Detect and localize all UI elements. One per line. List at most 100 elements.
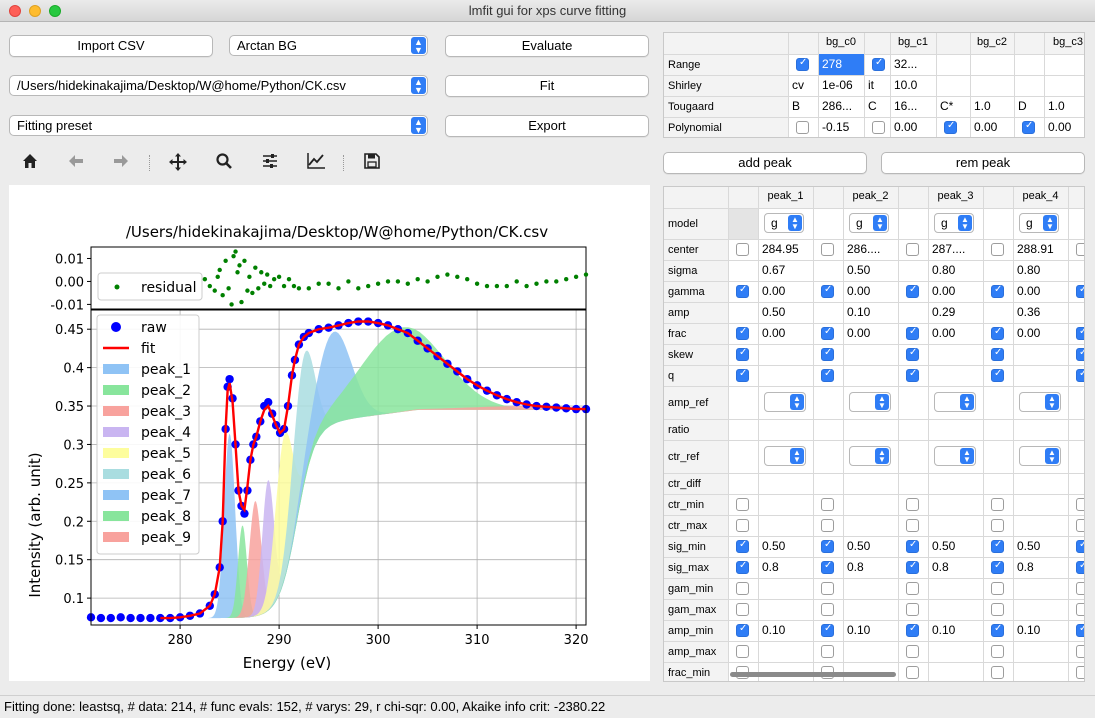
- table-cell[interactable]: [758, 419, 813, 440]
- table-cell[interactable]: [1013, 494, 1068, 515]
- checkbox[interactable]: [736, 368, 749, 382]
- checkbox[interactable]: [991, 539, 1004, 553]
- checkbox[interactable]: [821, 560, 834, 574]
- checkbox[interactable]: [1076, 498, 1084, 511]
- table-cell[interactable]: 0.8: [1013, 557, 1068, 578]
- table-cell[interactable]: 0.00: [928, 281, 983, 302]
- checkbox[interactable]: [944, 120, 957, 134]
- table-cell[interactable]: [843, 599, 898, 620]
- table-cell[interactable]: 0.10: [1013, 620, 1068, 641]
- checkbox[interactable]: [991, 243, 1004, 256]
- checkbox[interactable]: [991, 666, 1004, 679]
- checkbox[interactable]: [872, 57, 885, 71]
- table-cell[interactable]: 0.00: [758, 323, 813, 344]
- checkbox[interactable]: [736, 284, 749, 298]
- table-cell[interactable]: [843, 515, 898, 536]
- table-cell[interactable]: 0.00: [843, 281, 898, 302]
- table-cell[interactable]: [843, 473, 898, 494]
- checkbox[interactable]: [991, 326, 1004, 340]
- table-cell[interactable]: 0.8: [843, 557, 898, 578]
- table-cell[interactable]: [1013, 578, 1068, 599]
- table-cell[interactable]: [928, 494, 983, 515]
- table-cell[interactable]: C*: [936, 96, 970, 117]
- table-cell[interactable]: C: [864, 96, 890, 117]
- table-cell[interactable]: 0.00: [758, 281, 813, 302]
- checkbox[interactable]: [821, 623, 834, 637]
- table-cell[interactable]: 0.8: [758, 557, 813, 578]
- checkbox[interactable]: [872, 121, 885, 134]
- checkbox[interactable]: [736, 347, 749, 361]
- checkbox[interactable]: [906, 284, 919, 298]
- plot-canvas[interactable]: /Users/hidekinakajima/Desktop/W@home/Pyt…: [9, 185, 650, 681]
- table-cell[interactable]: [970, 54, 1014, 75]
- table-cell[interactable]: [928, 365, 983, 386]
- table-cell[interactable]: [843, 344, 898, 365]
- table-cell[interactable]: 10.0: [890, 75, 936, 96]
- checkbox[interactable]: [906, 560, 919, 574]
- table-cell[interactable]: 0.00: [890, 117, 936, 137]
- checkbox[interactable]: [1022, 120, 1035, 134]
- configure-subplots-icon[interactable]: [258, 152, 282, 174]
- table-cell[interactable]: [758, 473, 813, 494]
- checkbox[interactable]: [736, 539, 749, 553]
- model-select[interactable]: g ▲ ▼: [934, 213, 974, 233]
- checkbox[interactable]: [736, 645, 749, 658]
- export-button[interactable]: Export: [445, 115, 649, 137]
- table-cell[interactable]: [928, 578, 983, 599]
- checkbox[interactable]: [906, 326, 919, 340]
- save-icon[interactable]: [360, 152, 384, 174]
- table-cell[interactable]: 1e-06: [818, 75, 864, 96]
- file-path-select[interactable]: /Users/hidekinakajima/Desktop/W@home/Pyt…: [9, 75, 428, 96]
- checkbox[interactable]: [991, 560, 1004, 574]
- table-cell[interactable]: [1013, 473, 1068, 494]
- table-cell[interactable]: [1013, 599, 1068, 620]
- background-select[interactable]: Arctan BG ▲ ▼: [229, 35, 428, 56]
- table-cell[interactable]: [936, 75, 970, 96]
- checkbox[interactable]: [906, 498, 919, 511]
- checkbox[interactable]: [821, 519, 834, 532]
- reference-select[interactable]: ▲ ▼: [934, 392, 976, 412]
- table-cell[interactable]: [1013, 662, 1068, 681]
- table-cell[interactable]: cv: [788, 75, 818, 96]
- table-cell[interactable]: [1014, 75, 1044, 96]
- table-cell[interactable]: [843, 578, 898, 599]
- checkbox[interactable]: [991, 623, 1004, 637]
- checkbox[interactable]: [1076, 284, 1084, 298]
- checkbox[interactable]: [991, 582, 1004, 595]
- forward-icon[interactable]: [109, 152, 133, 174]
- checkbox[interactable]: [736, 582, 749, 595]
- reference-select[interactable]: ▲ ▼: [764, 446, 806, 466]
- table-cell[interactable]: 0.00: [1013, 323, 1068, 344]
- checkbox[interactable]: [1076, 560, 1084, 574]
- reference-select[interactable]: ▲ ▼: [1019, 446, 1061, 466]
- table-cell[interactable]: 0.10: [758, 620, 813, 641]
- fit-button[interactable]: Fit: [445, 75, 649, 97]
- table-cell[interactable]: 0.29: [928, 302, 983, 323]
- checkbox[interactable]: [906, 539, 919, 553]
- reference-select[interactable]: ▲ ▼: [764, 392, 806, 412]
- checkbox[interactable]: [1076, 666, 1084, 679]
- table-cell[interactable]: [758, 515, 813, 536]
- checkbox[interactable]: [906, 368, 919, 382]
- table-cell[interactable]: 278: [818, 54, 864, 75]
- table-cell[interactable]: 0.80: [1013, 260, 1068, 281]
- table-cell[interactable]: [1013, 515, 1068, 536]
- table-cell[interactable]: 286....: [843, 239, 898, 260]
- checkbox[interactable]: [1076, 243, 1084, 256]
- table-cell[interactable]: 0.50: [758, 302, 813, 323]
- edit-axis-icon[interactable]: [304, 152, 328, 174]
- checkbox[interactable]: [991, 645, 1004, 658]
- checkbox[interactable]: [821, 347, 834, 361]
- table-cell[interactable]: [928, 599, 983, 620]
- back-icon[interactable]: [64, 152, 88, 174]
- table-cell[interactable]: 1.0: [1044, 96, 1084, 117]
- table-cell[interactable]: 0.50: [843, 536, 898, 557]
- checkbox[interactable]: [821, 582, 834, 595]
- checkbox[interactable]: [821, 645, 834, 658]
- model-select[interactable]: g ▲ ▼: [1019, 213, 1059, 233]
- table-cell[interactable]: 1.0: [970, 96, 1014, 117]
- checkbox[interactable]: [1076, 519, 1084, 532]
- checkbox[interactable]: [821, 603, 834, 616]
- table-cell[interactable]: 0.67: [758, 260, 813, 281]
- table-cell[interactable]: 0.50: [843, 260, 898, 281]
